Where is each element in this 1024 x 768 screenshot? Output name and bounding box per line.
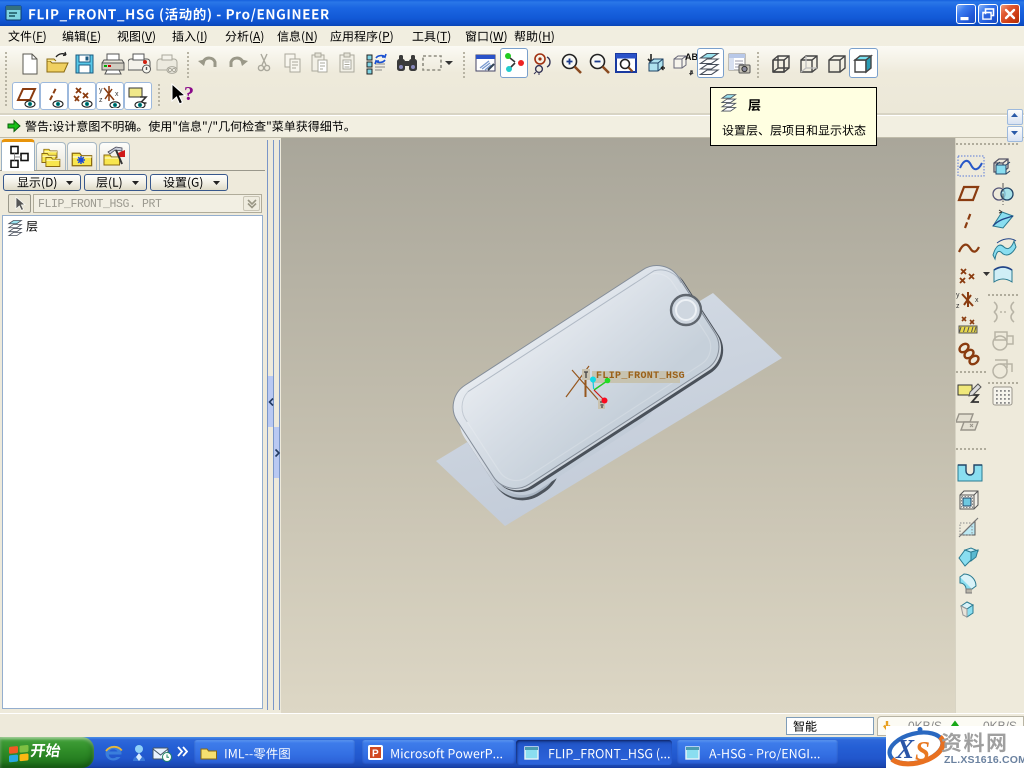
svg-text:z: z — [99, 97, 103, 104]
svg-text:y: y — [99, 87, 103, 94]
svg-text:y: y — [956, 292, 960, 299]
svg-text:z: z — [956, 303, 960, 310]
svg-text:x: x — [115, 91, 119, 98]
svg-text:P: P — [372, 749, 379, 760]
svg-text:S: S — [915, 736, 930, 766]
svg-text:?: ? — [184, 83, 194, 105]
svg-text:X: X — [895, 734, 915, 764]
svg-text:x: x — [975, 297, 979, 304]
